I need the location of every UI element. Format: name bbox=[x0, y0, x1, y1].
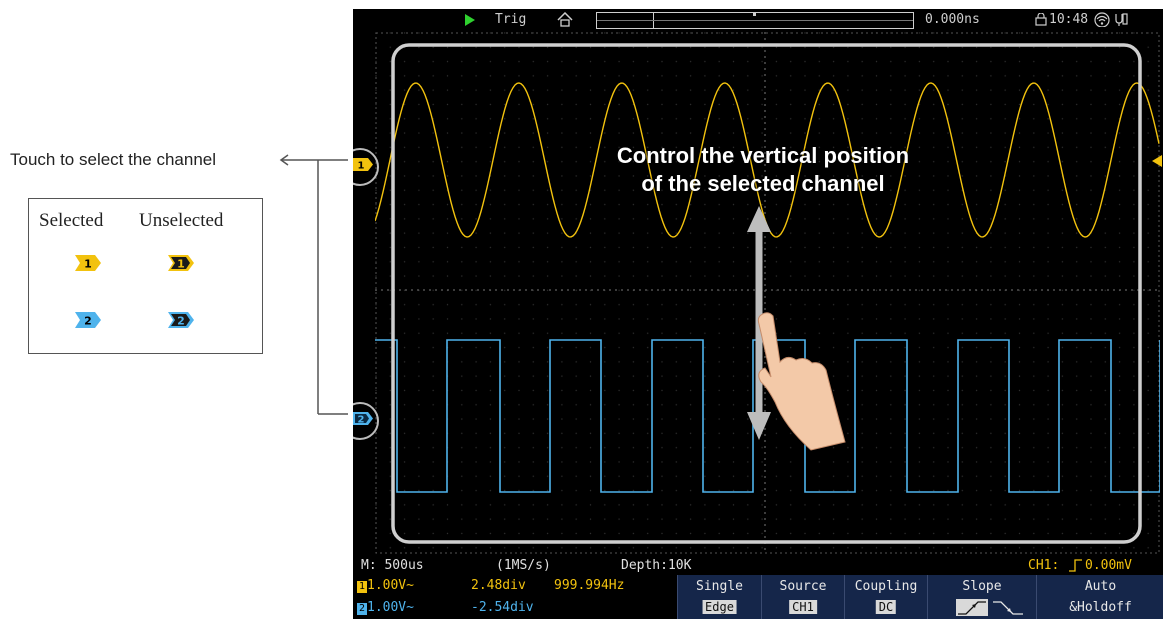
menu-mode-title: Auto bbox=[1084, 579, 1117, 594]
menu-slope-title: Slope bbox=[962, 579, 1002, 594]
run-icon[interactable] bbox=[465, 14, 475, 26]
menu-coupling-value: DC bbox=[875, 600, 897, 614]
svg-text:1: 1 bbox=[358, 161, 365, 172]
info-bar: M: 500us (1MS/s) Depth:10K CH1: 0.00mV bbox=[353, 557, 1163, 574]
touch-label: Touch to select the channel bbox=[10, 150, 217, 169]
ch1-scale: 1.00V~ bbox=[367, 578, 414, 593]
trigger-level: 0.00mV bbox=[1085, 558, 1132, 573]
timebase: M: 500us bbox=[361, 558, 424, 573]
ch2-marker-icon[interactable]: 2 bbox=[353, 412, 373, 425]
svg-text:2: 2 bbox=[177, 315, 185, 328]
trigger-source: CH1: bbox=[1028, 558, 1060, 573]
ch1-marker-icon[interactable]: 1 bbox=[353, 158, 373, 171]
time-offset: 0.000ns bbox=[925, 12, 980, 27]
memory-depth: Depth:10K bbox=[621, 558, 692, 573]
ch1-info-row[interactable]: 1 1.00V~ bbox=[357, 578, 414, 593]
menu-trigger-type-value: Edge bbox=[702, 600, 737, 614]
ch1-info-badge: 1 bbox=[357, 581, 367, 593]
slope-falling-icon[interactable] bbox=[991, 599, 1025, 616]
legend-selected-header: Selected bbox=[39, 210, 104, 231]
ch2-unselected-badge-icon: 2 bbox=[168, 312, 194, 328]
legend-unselected-header: Unselected bbox=[139, 210, 224, 231]
menu-mode-value: &Holdoff bbox=[1069, 600, 1132, 615]
menu-coupling-title: Coupling bbox=[854, 579, 918, 594]
ch2-info-badge: 2 bbox=[357, 603, 367, 615]
sample-rate: (1MS/s) bbox=[496, 558, 551, 573]
svg-text:2: 2 bbox=[84, 315, 92, 328]
menu-source[interactable]: Source CH1 bbox=[761, 575, 844, 619]
ch2-selected-badge-icon: 2 bbox=[75, 312, 101, 328]
home-icon[interactable] bbox=[557, 12, 573, 27]
menu-source-title: Source bbox=[779, 579, 827, 594]
svg-text:1: 1 bbox=[177, 258, 185, 271]
ch1-position: 2.48div bbox=[471, 578, 526, 593]
channel-legend: Selected Unselected 1 1 2 2 bbox=[28, 198, 263, 354]
menu-trigger-type-title: Single bbox=[696, 579, 743, 594]
bottom-bar: 1 1.00V~ 2.48div 999.994Hz 2 1.00V~ -2.54d… bbox=[353, 575, 1163, 619]
trigger-level-marker-icon bbox=[1152, 155, 1162, 167]
waveform-display[interactable] bbox=[375, 32, 1160, 554]
channel-info: 1 1.00V~ 2.48div 999.994Hz 2 1.00V~ -2.54d… bbox=[353, 575, 676, 619]
menu-mode-holdoff[interactable]: Auto &Holdoff bbox=[1036, 575, 1163, 619]
ch1-frequency: 999.994Hz bbox=[554, 578, 625, 593]
menu-slope[interactable]: Slope bbox=[927, 575, 1036, 619]
overlay-line-2: of the selected channel bbox=[641, 171, 885, 196]
ch2-info-row[interactable]: 2 1.00V~ bbox=[357, 600, 414, 615]
rising-edge-icon bbox=[1069, 559, 1082, 572]
usb-icon bbox=[1115, 13, 1128, 26]
slope-rising-icon[interactable] bbox=[956, 599, 988, 616]
trigger-status: Trig bbox=[495, 12, 527, 27]
svg-text:1: 1 bbox=[84, 258, 92, 271]
oscilloscope-screen: Trig 0.000ns 10:48 Control the vertical … bbox=[353, 9, 1163, 619]
clock: 10:48 bbox=[1049, 12, 1089, 27]
overlay-line-1: Control the vertical position bbox=[616, 143, 910, 168]
ch1-selected-badge-icon: 1 bbox=[75, 255, 101, 271]
menu-coupling[interactable]: Coupling DC bbox=[844, 575, 927, 619]
menu-trigger-type[interactable]: Single Edge bbox=[677, 575, 761, 619]
svg-text:2: 2 bbox=[358, 415, 365, 426]
ch1-unselected-badge-icon: 1 bbox=[168, 255, 194, 271]
wifi-icon bbox=[1094, 12, 1110, 27]
memory-position-bar[interactable] bbox=[596, 12, 914, 29]
ch2-position: -2.54div bbox=[471, 600, 534, 615]
status-bar: Trig 0.000ns 10:48 bbox=[353, 9, 1163, 31]
ch2-scale: 1.00V~ bbox=[367, 600, 414, 615]
menu-source-value: CH1 bbox=[789, 600, 817, 614]
lock-icon bbox=[1035, 13, 1047, 26]
callout-arrow bbox=[279, 154, 348, 415]
